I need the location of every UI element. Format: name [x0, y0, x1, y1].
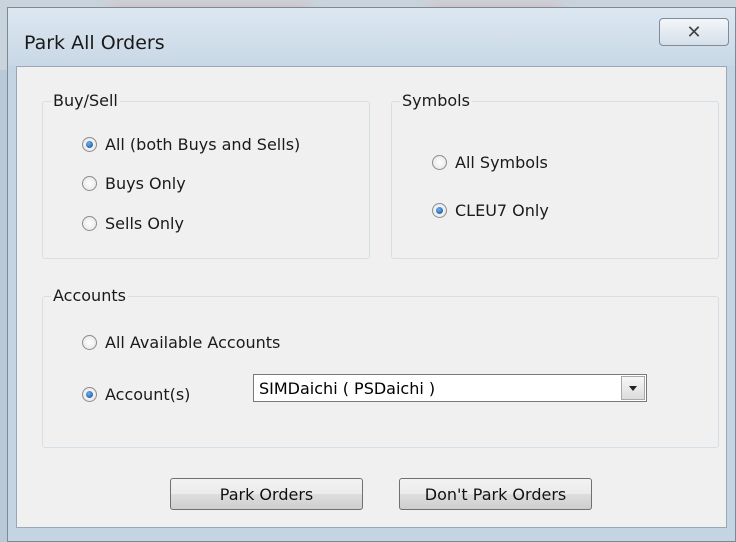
radio-all-accounts[interactable]: All Available Accounts: [82, 333, 280, 352]
radio-label: Sells Only: [105, 214, 184, 233]
symbols-group: Symbols: [391, 91, 719, 259]
radio-button[interactable]: [82, 176, 97, 191]
radio-label: Buys Only: [105, 174, 186, 193]
radio-sells-only[interactable]: Sells Only: [82, 214, 184, 233]
account-dropdown[interactable]: SIMDaichi ( PSDaichi ): [253, 374, 647, 402]
radio-button[interactable]: [82, 387, 97, 402]
radio-selected-accounts[interactable]: Account(s): [82, 385, 190, 404]
radio-button[interactable]: [432, 155, 447, 170]
close-icon: ✕: [686, 21, 702, 43]
radio-label: All Symbols: [455, 153, 548, 172]
title-bar[interactable]: Park All Orders ✕: [8, 8, 735, 66]
radio-all-buys-sells[interactable]: All (both Buys and Sells): [82, 135, 300, 154]
buy-sell-label: Buy/Sell: [51, 91, 120, 110]
symbols-label: Symbols: [400, 91, 472, 110]
radio-symbol-only[interactable]: CLEU7 Only: [432, 201, 549, 220]
radio-label: All Available Accounts: [105, 333, 281, 352]
close-button[interactable]: ✕: [659, 18, 729, 46]
radio-all-symbols[interactable]: All Symbols: [432, 153, 548, 172]
dialog-body: Buy/Sell All (both Buys and Sells) Buys …: [16, 66, 727, 528]
radio-label: CLEU7 Only: [455, 201, 549, 220]
chevron-down-icon[interactable]: [621, 376, 645, 400]
accounts-label: Accounts: [51, 286, 128, 305]
radio-button[interactable]: [82, 335, 97, 350]
account-dropdown-value: SIMDaichi ( PSDaichi ): [259, 379, 436, 398]
radio-label: All (both Buys and Sells): [105, 135, 301, 154]
radio-button[interactable]: [82, 137, 97, 152]
dont-park-orders-button[interactable]: Don't Park Orders: [399, 478, 592, 510]
park-all-orders-dialog: Park All Orders ✕ Buy/Sell All (both Buy…: [7, 7, 736, 542]
radio-button[interactable]: [82, 216, 97, 231]
radio-buys-only[interactable]: Buys Only: [82, 174, 186, 193]
radio-label: Account(s): [105, 385, 191, 404]
radio-button[interactable]: [432, 203, 447, 218]
park-orders-button[interactable]: Park Orders: [170, 478, 363, 510]
window-title: Park All Orders: [24, 32, 165, 54]
accounts-group: Accounts: [42, 286, 719, 448]
